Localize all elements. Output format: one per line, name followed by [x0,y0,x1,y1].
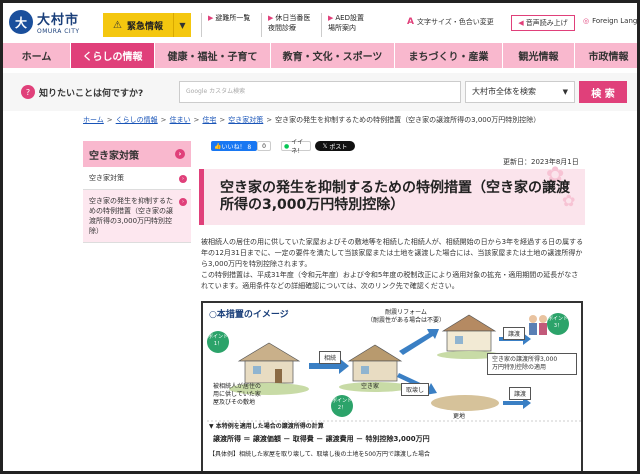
city-emblem-icon: 大 [9,10,33,34]
point1-badge: ポイント 1！ [207,331,229,353]
search-bar: ? 知りたいことは何ですか? Google カスタム検索 大村市全体を検索 ▼ … [3,73,637,111]
chevron-right-icon: › [175,149,185,159]
breadcrumb-home[interactable]: ホーム [83,116,104,124]
speaker-icon: ◀ [518,19,524,27]
global-nav: ホーム くらしの情報 健康・福祉・子育て 教育・文化・スポーツ まちづくり・産業… [3,43,637,68]
calc-formula: 譲渡所得 ＝ 譲渡価額 － 取得費 － 譲渡費用 － 特別控除3,000万円 [213,435,430,443]
globe-icon: ◎ [583,17,590,25]
breadcrumb-vacant-house[interactable]: 空き家対策 [228,116,263,124]
facebook-like-button[interactable]: 👍 いいね！ 8 [211,141,257,151]
sidebar-item-vacant-house[interactable]: 空き家対策 › [83,167,191,190]
breadcrumb-living[interactable]: くらしの情報 [116,116,158,124]
question-icon: ? [21,85,35,99]
logo-name-en: OMURA CITY [37,28,80,35]
search-input[interactable]: Google カスタム検索 [179,81,461,103]
vacant-house-label: 空き家 [361,383,380,390]
nav-health-welfare[interactable]: 健康・福祉・子育て [155,43,271,68]
quicklink-holiday-doctor[interactable]: ▶ 休日当番医 夜間診療 [261,13,310,37]
paragraph: この特例措置は、平成31年度（令和元年度）および令和5年度の税制改正により適用対… [201,271,579,290]
thumbs-up-icon: 👍 [214,142,222,150]
demolish-label: 取壊し [401,383,430,396]
line-like-button[interactable]: ● イイネ！ [281,139,311,155]
chevron-right-icon: ▶ [208,14,214,22]
renovation-label: 耐震リフォーム （耐震性がある場合は不要） [367,309,446,324]
example-text: 【具体例】相続した家屋を取り壊して、取壊し後の土地を500万円で譲渡した場合 [209,451,430,458]
site-logo[interactable]: 大 大村市 OMURA CITY [9,9,80,35]
breadcrumb: ホーム > くらしの情報 > 住まい > 住宅 > 空き家対策 > 空き家の発生を抑制するための特例… [83,116,541,124]
chevron-down-icon[interactable]: ▼ [173,13,191,37]
deceased-house-label: 被相続人が居住の 用に供していた家 屋及びその敷地 [213,383,262,406]
nav-city-admin[interactable]: 市政情報 [575,43,637,68]
facebook-like-count: 0 [257,141,271,151]
paragraph: 被相続人の居住の用に供していた家屋およびその敷地等を相続した相続人が、相続開始の… [201,238,584,268]
page-title: 空き家の発生を抑制するための特例措置（空き家の譲渡所得の3,000万円特別控除） [220,180,570,213]
warning-icon: ⚠ [113,19,122,31]
sidebar-item-special-deduction[interactable]: 空き家の発生を抑制するための特例措置（空き家の譲渡所得の3,000万円特別控除）… [83,190,191,243]
text-size-link[interactable]: A 文字サイズ・色合い変更 [407,17,494,27]
breadcrumb-housing[interactable]: 住まい [170,116,191,124]
nav-town-industry[interactable]: まちづくり・産業 [395,43,503,68]
transfer-label: 譲渡 [509,387,532,400]
deduction-result-box: 空き家の譲渡所得3,000 万円特別控除の適用 [487,353,577,375]
transfer-label: 譲渡 [503,327,526,340]
point3-badge: ポイント 3！ [547,313,569,335]
chevron-down-icon: ▼ [562,88,568,96]
inherit-label: 相続 [319,351,342,364]
chevron-right-icon: ▶ [268,14,274,22]
nav-tourism[interactable]: 観光情報 [503,43,575,68]
chevron-right-icon: › [179,198,187,206]
x-post-button[interactable]: 𝕏 ポスト [315,141,355,151]
emergency-info-button[interactable]: ⚠ 緊急情報 ▼ [103,13,191,37]
search-scope-select[interactable]: 大村市全体を検索 ▼ [465,81,575,103]
sidebar-title[interactable]: 空き家対策 › [83,141,191,167]
logo-name: 大村市 [37,13,80,28]
breadcrumb-current: 空き家の発生を抑制するための特例措置（空き家の譲渡所得の3,000万円特別控除） [275,116,541,124]
site-header: 大 大村市 OMURA CITY ⚠ 緊急情報 ▼ ▶ 避難所一覧 ▶ 休日当番医 … [3,3,637,43]
emergency-label: 緊急情報 [126,21,163,32]
page-title-box: ✿ ✿ 空き家の発生を抑制するための特例措置（空き家の譲渡所得の3,000万円特… [199,163,585,225]
sidebar: 空き家対策 › 空き家対策 › 空き家の発生を抑制するための特例措置（空き家の譲… [83,141,191,243]
chevron-right-icon: › [179,175,187,183]
vacant-land-label: 更地 [453,413,466,420]
x-logo-icon: 𝕏 [322,142,328,150]
search-button[interactable]: 検 索 [579,81,627,103]
nav-home[interactable]: ホーム [3,43,71,68]
point2-badge: ポイント 2！ [331,395,353,417]
nav-education-culture[interactable]: 教育・文化・スポーツ [271,43,395,68]
calc-heading: ▼ 本特例を適用した場合の譲渡所得の計算 [209,423,324,430]
breadcrumb-residence[interactable]: 住宅 [202,116,216,124]
line-icon: ● [284,142,290,150]
quicklink-shelters[interactable]: ▶ 避難所一覧 [201,13,250,37]
article-body: 被相続人の居住の用に供していた家屋およびその敷地等を相続した相続人が、相続開始の… [201,237,585,292]
foreign-language-link[interactable]: ◎ Foreign Language [583,17,637,25]
measure-illustration: ○本措置のイメージ 耐震リフォーム （耐震性がある場合は不要） ポイント 1！ … [201,301,583,471]
updated-date: 更新日：2023年8月1日 [503,158,579,166]
voice-readout-button[interactable]: ◀ 音声読み上げ [511,15,575,31]
page-frame: 大 大村市 OMURA CITY ⚠ 緊急情報 ▼ ▶ 避難所一覧 ▶ 休日当番医 … [0,0,640,474]
search-label: 知りたいことは何ですか? [39,89,144,99]
chevron-right-icon: ▶ [328,14,334,22]
text-size-icon: A [407,17,414,27]
nav-living[interactable]: くらしの情報 [71,43,155,68]
quicklink-aed[interactable]: ▶ AED設置 場所案内 [321,13,364,37]
